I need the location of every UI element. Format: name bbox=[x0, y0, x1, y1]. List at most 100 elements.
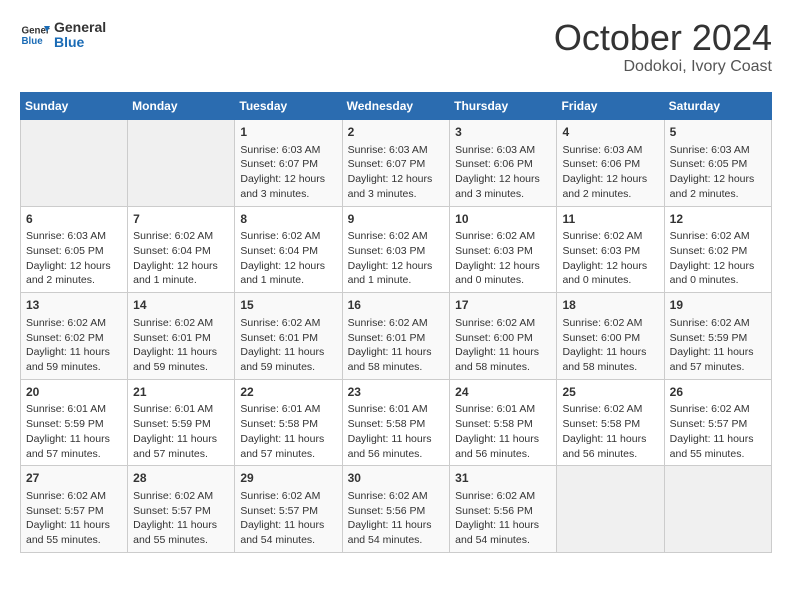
calendar-cell: 24Sunrise: 6:01 AM Sunset: 5:58 PM Dayli… bbox=[450, 379, 557, 466]
calendar-cell: 8Sunrise: 6:02 AM Sunset: 6:04 PM Daylig… bbox=[235, 206, 342, 293]
day-info: Sunrise: 6:02 AM Sunset: 6:01 PM Dayligh… bbox=[133, 316, 229, 375]
day-info: Sunrise: 6:02 AM Sunset: 6:00 PM Dayligh… bbox=[455, 316, 551, 375]
calendar-cell: 16 Sunrise: 6:02 AM Sunset: 6:01 PM Dayli… bbox=[342, 293, 450, 380]
logo-general: General bbox=[54, 20, 106, 35]
day-number: 29 bbox=[240, 470, 336, 487]
calendar-week-row: 20Sunrise: 6:01 AM Sunset: 5:59 PM Dayli… bbox=[21, 379, 772, 466]
day-info: Sunrise: 6:02 AM Sunset: 5:59 PM Dayligh… bbox=[670, 316, 766, 375]
calendar-cell bbox=[128, 120, 235, 207]
day-info: Sunrise: 6:02 AM Sunset: 6:02 PM Dayligh… bbox=[26, 316, 122, 375]
weekday-header-friday: Friday bbox=[557, 93, 664, 120]
calendar-cell: 17 Sunrise: 6:02 AM Sunset: 6:00 PM Dayli… bbox=[450, 293, 557, 380]
calendar-cell: 6Sunrise: 6:03 AM Sunset: 6:05 PM Daylig… bbox=[21, 206, 128, 293]
weekday-header-monday: Monday bbox=[128, 93, 235, 120]
logo-icon: General Blue bbox=[20, 20, 50, 50]
calendar-week-row: 1 Sunrise: 6:03 AM Sunset: 6:07 PM Daylig… bbox=[21, 120, 772, 207]
calendar-cell: 4Sunrise: 6:03 AM Sunset: 6:06 PM Daylig… bbox=[557, 120, 664, 207]
calendar-cell: 21Sunrise: 6:01 AM Sunset: 5:59 PM Dayli… bbox=[128, 379, 235, 466]
day-number: 1 bbox=[240, 124, 336, 141]
day-number: 19 bbox=[670, 297, 766, 314]
day-info: Sunrise: 6:03 AM Sunset: 6:07 PM Dayligh… bbox=[240, 143, 336, 202]
calendar-cell: 14Sunrise: 6:02 AM Sunset: 6:01 PM Dayli… bbox=[128, 293, 235, 380]
calendar-cell: 19 Sunrise: 6:02 AM Sunset: 5:59 PM Dayli… bbox=[664, 293, 771, 380]
day-info: Sunrise: 6:01 AM Sunset: 5:58 PM Dayligh… bbox=[455, 402, 551, 461]
calendar-cell: 25Sunrise: 6:02 AM Sunset: 5:58 PM Dayli… bbox=[557, 379, 664, 466]
day-number: 20 bbox=[26, 384, 122, 401]
logo: General Blue General Blue bbox=[20, 20, 106, 51]
day-number: 23 bbox=[348, 384, 445, 401]
day-number: 8 bbox=[240, 211, 336, 228]
day-info: Sunrise: 6:02 AM Sunset: 6:02 PM Dayligh… bbox=[670, 229, 766, 288]
svg-text:Blue: Blue bbox=[22, 36, 44, 47]
day-number: 18 bbox=[562, 297, 658, 314]
day-number: 6 bbox=[26, 211, 122, 228]
day-number: 4 bbox=[562, 124, 658, 141]
day-info: Sunrise: 6:02 AM Sunset: 5:56 PM Dayligh… bbox=[348, 489, 445, 548]
day-number: 11 bbox=[562, 211, 658, 228]
day-info: Sunrise: 6:02 AM Sunset: 5:57 PM Dayligh… bbox=[670, 402, 766, 461]
day-info: Sunrise: 6:03 AM Sunset: 6:05 PM Dayligh… bbox=[670, 143, 766, 202]
calendar-cell: 5 Sunrise: 6:03 AM Sunset: 6:05 PM Daylig… bbox=[664, 120, 771, 207]
calendar-cell: 2Sunrise: 6:03 AM Sunset: 6:07 PM Daylig… bbox=[342, 120, 450, 207]
day-number: 17 bbox=[455, 297, 551, 314]
weekday-header-tuesday: Tuesday bbox=[235, 93, 342, 120]
day-info: Sunrise: 6:01 AM Sunset: 5:58 PM Dayligh… bbox=[240, 402, 336, 461]
day-number: 25 bbox=[562, 384, 658, 401]
day-number: 26 bbox=[670, 384, 766, 401]
weekday-header-sunday: Sunday bbox=[21, 93, 128, 120]
location: Dodokoi, Ivory Coast bbox=[554, 58, 772, 76]
calendar-cell: 7Sunrise: 6:02 AM Sunset: 6:04 PM Daylig… bbox=[128, 206, 235, 293]
day-number: 10 bbox=[455, 211, 551, 228]
calendar-table: SundayMondayTuesdayWednesdayThursdayFrid… bbox=[20, 92, 772, 553]
day-number: 16 bbox=[348, 297, 445, 314]
day-number: 31 bbox=[455, 470, 551, 487]
day-info: Sunrise: 6:02 AM Sunset: 5:57 PM Dayligh… bbox=[240, 489, 336, 548]
day-number: 22 bbox=[240, 384, 336, 401]
day-info: Sunrise: 6:02 AM Sunset: 6:04 PM Dayligh… bbox=[133, 229, 229, 288]
day-number: 7 bbox=[133, 211, 229, 228]
day-info: Sunrise: 6:03 AM Sunset: 6:05 PM Dayligh… bbox=[26, 229, 122, 288]
logo-blue: Blue bbox=[54, 35, 106, 50]
calendar-cell: 15Sunrise: 6:02 AM Sunset: 6:01 PM Dayli… bbox=[235, 293, 342, 380]
day-number: 9 bbox=[348, 211, 445, 228]
weekday-header-row: SundayMondayTuesdayWednesdayThursdayFrid… bbox=[21, 93, 772, 120]
day-info: Sunrise: 6:01 AM Sunset: 5:58 PM Dayligh… bbox=[348, 402, 445, 461]
day-number: 24 bbox=[455, 384, 551, 401]
calendar-week-row: 6Sunrise: 6:03 AM Sunset: 6:05 PM Daylig… bbox=[21, 206, 772, 293]
page-header: General Blue General Blue October 2024 D… bbox=[20, 20, 772, 76]
calendar-week-row: 13Sunrise: 6:02 AM Sunset: 6:02 PM Dayli… bbox=[21, 293, 772, 380]
day-number: 27 bbox=[26, 470, 122, 487]
month-title: October 2024 bbox=[554, 20, 772, 56]
title-block: October 2024 Dodokoi, Ivory Coast bbox=[554, 20, 772, 76]
day-info: Sunrise: 6:01 AM Sunset: 5:59 PM Dayligh… bbox=[26, 402, 122, 461]
calendar-cell: 12Sunrise: 6:02 AM Sunset: 6:02 PM Dayli… bbox=[664, 206, 771, 293]
calendar-cell bbox=[664, 466, 771, 553]
calendar-cell: 26Sunrise: 6:02 AM Sunset: 5:57 PM Dayli… bbox=[664, 379, 771, 466]
calendar-cell: 20Sunrise: 6:01 AM Sunset: 5:59 PM Dayli… bbox=[21, 379, 128, 466]
calendar-cell: 3Sunrise: 6:03 AM Sunset: 6:06 PM Daylig… bbox=[450, 120, 557, 207]
calendar-cell: 23Sunrise: 6:01 AM Sunset: 5:58 PM Dayli… bbox=[342, 379, 450, 466]
calendar-cell: 1 Sunrise: 6:03 AM Sunset: 6:07 PM Daylig… bbox=[235, 120, 342, 207]
calendar-cell: 18Sunrise: 6:02 AM Sunset: 6:00 PM Dayli… bbox=[557, 293, 664, 380]
calendar-cell: 13Sunrise: 6:02 AM Sunset: 6:02 PM Dayli… bbox=[21, 293, 128, 380]
day-info: Sunrise: 6:02 AM Sunset: 5:56 PM Dayligh… bbox=[455, 489, 551, 548]
calendar-week-row: 27 Sunrise: 6:02 AM Sunset: 5:57 PM Dayli… bbox=[21, 466, 772, 553]
day-info: Sunrise: 6:03 AM Sunset: 6:07 PM Dayligh… bbox=[348, 143, 445, 202]
calendar-cell: 29 Sunrise: 6:02 AM Sunset: 5:57 PM Dayli… bbox=[235, 466, 342, 553]
calendar-cell: 28Sunrise: 6:02 AM Sunset: 5:57 PM Dayli… bbox=[128, 466, 235, 553]
day-info: Sunrise: 6:03 AM Sunset: 6:06 PM Dayligh… bbox=[455, 143, 551, 202]
day-number: 30 bbox=[348, 470, 445, 487]
calendar-cell: 10Sunrise: 6:02 AM Sunset: 6:03 PM Dayli… bbox=[450, 206, 557, 293]
calendar-cell: 27 Sunrise: 6:02 AM Sunset: 5:57 PM Dayli… bbox=[21, 466, 128, 553]
day-info: Sunrise: 6:02 AM Sunset: 6:01 PM Dayligh… bbox=[348, 316, 445, 375]
calendar-cell: 22Sunrise: 6:01 AM Sunset: 5:58 PM Dayli… bbox=[235, 379, 342, 466]
day-info: Sunrise: 6:02 AM Sunset: 6:03 PM Dayligh… bbox=[455, 229, 551, 288]
calendar-cell bbox=[557, 466, 664, 553]
day-number: 5 bbox=[670, 124, 766, 141]
calendar-cell: 11Sunrise: 6:02 AM Sunset: 6:03 PM Dayli… bbox=[557, 206, 664, 293]
weekday-header-saturday: Saturday bbox=[664, 93, 771, 120]
day-info: Sunrise: 6:02 AM Sunset: 5:57 PM Dayligh… bbox=[26, 489, 122, 548]
calendar-cell: 30 Sunrise: 6:02 AM Sunset: 5:56 PM Dayli… bbox=[342, 466, 450, 553]
calendar-cell: 31 Sunrise: 6:02 AM Sunset: 5:56 PM Dayli… bbox=[450, 466, 557, 553]
weekday-header-wednesday: Wednesday bbox=[342, 93, 450, 120]
